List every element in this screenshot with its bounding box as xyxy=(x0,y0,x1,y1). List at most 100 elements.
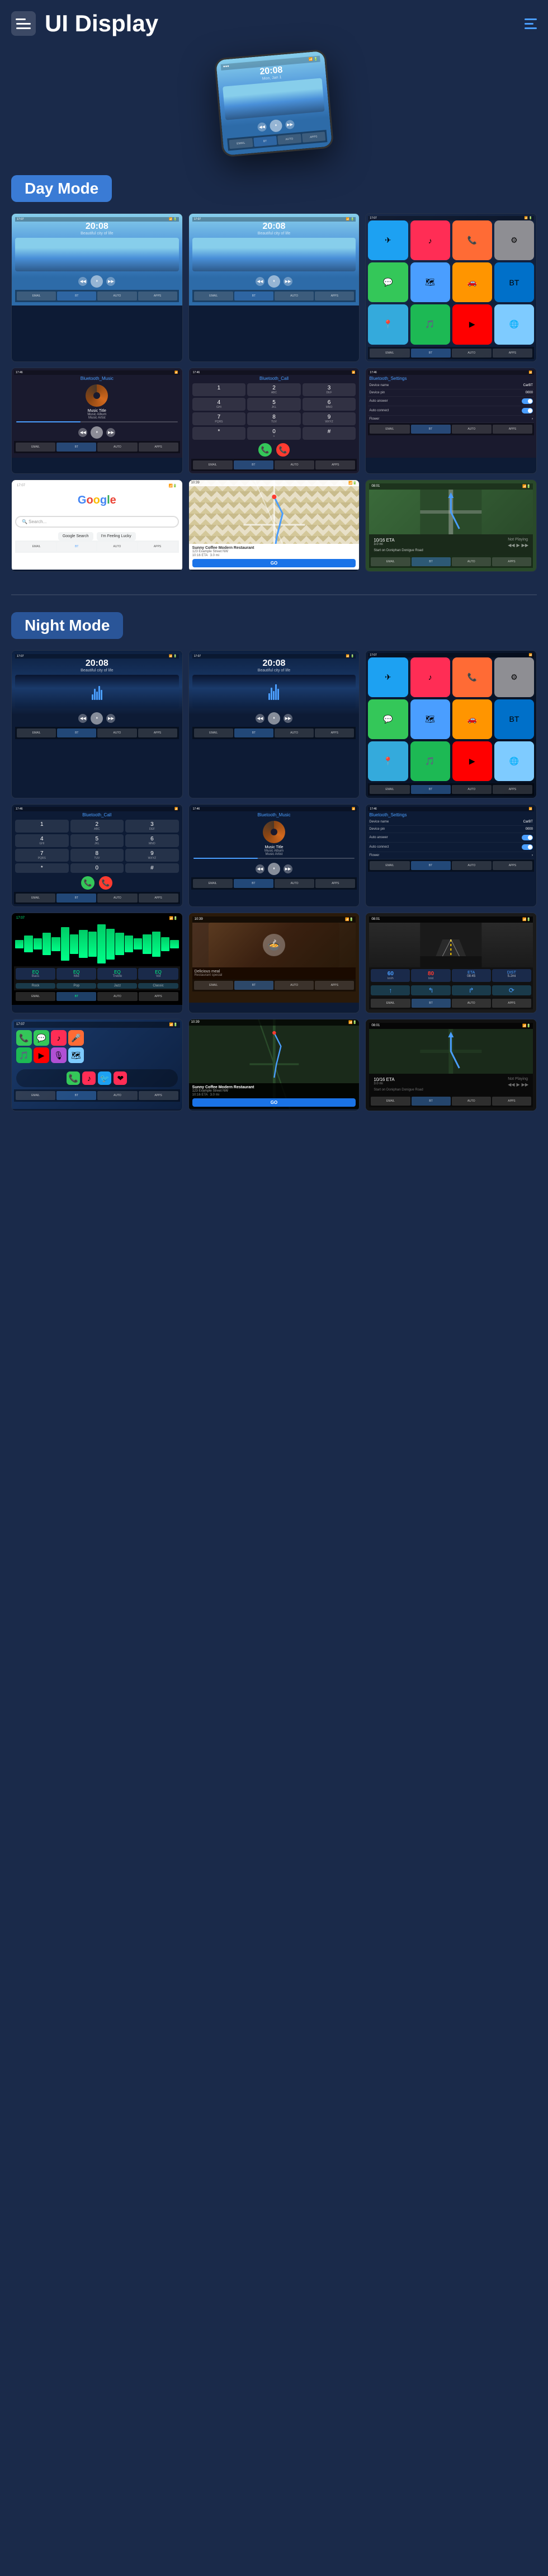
app-phone2[interactable]: 📞 xyxy=(452,220,492,260)
dial-0[interactable]: 0+ xyxy=(247,427,301,440)
dock-other[interactable]: ❤ xyxy=(114,1071,127,1085)
night-dial-0[interactable]: 0 xyxy=(70,863,124,873)
map-go-button[interactable]: GO xyxy=(192,559,356,567)
iphone-app4[interactable]: 🎤 xyxy=(68,1030,84,1046)
night-next-1[interactable]: ▶▶ xyxy=(106,714,115,723)
iphone-messages[interactable]: 💬 xyxy=(34,1030,49,1046)
night-dial-1[interactable]: 1 xyxy=(15,820,69,833)
night-next[interactable]: ▶▶ xyxy=(522,1082,528,1087)
iphone-podcast[interactable]: 🎙 xyxy=(51,1047,67,1063)
eq-btn-3[interactable]: EQ Treble xyxy=(97,968,137,980)
eq-preset-3[interactable]: Jazz xyxy=(97,983,137,989)
eq-btn-1[interactable]: EQ Bass xyxy=(16,968,55,980)
night-app-maps[interactable]: 📍 xyxy=(368,741,408,781)
prev-1[interactable]: ◀◀ xyxy=(78,277,87,286)
auto-connect-toggle[interactable] xyxy=(522,408,533,413)
eq-preset-4[interactable]: Classic xyxy=(138,983,178,989)
nav-auto[interactable]: AUTO xyxy=(277,134,301,145)
nav-prev[interactable]: ◀◀ xyxy=(508,543,514,548)
iphone-music[interactable]: ♪ xyxy=(51,1030,67,1046)
dial-8[interactable]: 8TUV xyxy=(247,412,301,425)
night-map-go[interactable]: GO xyxy=(192,1098,356,1107)
night-dial-star[interactable]: * xyxy=(15,863,69,873)
night-app-waze[interactable]: 🗺 xyxy=(410,699,450,739)
app-other[interactable]: 🌐 xyxy=(494,304,534,344)
google-lucky-btn[interactable]: I'm Feeling Lucky xyxy=(97,532,136,540)
night-app-telegram[interactable]: ✈ xyxy=(368,657,408,697)
eq-btn-2[interactable]: EQ Mid xyxy=(56,968,96,980)
night-dial-9[interactable]: 9WXYZ xyxy=(125,849,179,862)
night-next-2[interactable]: ▶▶ xyxy=(284,714,292,723)
night-dial-6[interactable]: 6MNO xyxy=(125,834,179,847)
prev-2[interactable]: ◀◀ xyxy=(256,277,264,286)
night-music-next[interactable]: ▶▶ xyxy=(284,864,292,873)
dial-1[interactable]: 1 xyxy=(192,383,246,396)
app-settings[interactable]: ⚙ xyxy=(494,220,534,260)
dial-6[interactable]: 6MNO xyxy=(303,398,356,411)
night-prev-1[interactable]: ◀◀ xyxy=(78,714,87,723)
iphone-phone[interactable]: 📞 xyxy=(16,1030,32,1046)
nav-email[interactable]: EMAIL xyxy=(229,138,253,149)
app-spotify[interactable]: 🎵 xyxy=(410,304,450,344)
dial-star[interactable]: * xyxy=(192,427,246,440)
road-nav-4[interactable]: ⟳ xyxy=(492,985,531,995)
night-app-yt[interactable]: ▶ xyxy=(452,741,492,781)
night-app-wechat[interactable]: 💬 xyxy=(368,699,408,739)
road-nav-3[interactable]: ↱ xyxy=(452,985,491,995)
eq-btn-4[interactable]: EQ Vol xyxy=(138,968,178,980)
dial-7[interactable]: 7PQRS xyxy=(192,412,246,425)
night-app-music[interactable]: ♪ xyxy=(410,657,450,697)
call-btn[interactable]: 📞 xyxy=(258,443,272,457)
google-search-box[interactable]: 🔍 Search... xyxy=(15,516,179,528)
road-btn-speed[interactable]: 60 km/h xyxy=(371,969,410,982)
google-search-btn[interactable]: Google Search xyxy=(58,532,93,540)
dial-2[interactable]: 2ABC xyxy=(247,383,301,396)
eq-preset-1[interactable]: Rock xyxy=(16,983,55,989)
night-app-phone[interactable]: 📞 xyxy=(452,657,492,697)
night-app-settings[interactable]: ⚙ xyxy=(494,657,534,697)
app-maps[interactable]: 📍 xyxy=(368,304,408,344)
night-auto-connect-toggle[interactable] xyxy=(522,844,533,850)
night-auto-answer-toggle[interactable] xyxy=(522,835,533,840)
play-btn[interactable]: ⏸ xyxy=(270,119,283,133)
dial-9[interactable]: 9WXYZ xyxy=(303,412,356,425)
app-yt[interactable]: ▶ xyxy=(452,304,492,344)
night-app-other[interactable]: 🌐 xyxy=(494,741,534,781)
night-hangup-btn[interactable]: 📞 xyxy=(99,876,112,890)
iphone-yt[interactable]: ▶ xyxy=(34,1047,49,1063)
auto-answer-toggle[interactable] xyxy=(522,398,533,404)
day-prev[interactable]: ◀◀ xyxy=(78,428,87,437)
night-call-btn[interactable]: 📞 xyxy=(81,876,95,890)
iphone-spotify[interactable]: 🎵 xyxy=(16,1047,32,1063)
menu-icon[interactable] xyxy=(11,11,36,36)
nav-next[interactable]: ▶▶ xyxy=(522,543,528,548)
app-music[interactable]: ♪ xyxy=(410,220,450,260)
dock-music[interactable]: ♪ xyxy=(82,1071,96,1085)
road-btn-dist[interactable]: DIST 5.2mi xyxy=(492,969,531,982)
night-app-spotify[interactable]: 🎵 xyxy=(410,741,450,781)
nav-bt[interactable]: BT xyxy=(253,136,277,147)
play-1[interactable]: ⏸ xyxy=(91,275,103,288)
iphone-waze[interactable]: 🗺 xyxy=(68,1047,84,1063)
dock-social[interactable]: 🐦 xyxy=(98,1071,111,1085)
road-btn-eta[interactable]: ETA 08:45 xyxy=(452,969,491,982)
night-play[interactable]: ▶ xyxy=(517,1082,520,1087)
day-play[interactable]: ⏸ xyxy=(91,426,103,439)
app-waze[interactable]: 🗺 xyxy=(410,262,450,302)
hangup-btn[interactable]: 📞 xyxy=(276,443,290,457)
night-prev-2[interactable]: ◀◀ xyxy=(256,714,264,723)
road-nav-2[interactable]: ↰ xyxy=(411,985,450,995)
night-dial-2[interactable]: 2ABC xyxy=(70,820,124,833)
eq-preset-2[interactable]: Pop xyxy=(56,983,96,989)
night-dial-5[interactable]: 5JKL xyxy=(70,834,124,847)
dock-phone[interactable]: 📞 xyxy=(67,1071,80,1085)
nav-play[interactable]: ▶ xyxy=(517,543,520,548)
next-2[interactable]: ▶▶ xyxy=(284,277,292,286)
night-app-carplay[interactable]: 🚗 xyxy=(452,699,492,739)
night-dial-8[interactable]: 8TUV xyxy=(70,849,124,862)
dial-4[interactable]: 4GHI xyxy=(192,398,246,411)
night-dial-hash[interactable]: # xyxy=(125,863,179,873)
night-dial-7[interactable]: 7PQRS xyxy=(15,849,69,862)
night-play-1[interactable]: ⏸ xyxy=(91,712,103,725)
night-prev[interactable]: ◀◀ xyxy=(508,1082,514,1087)
